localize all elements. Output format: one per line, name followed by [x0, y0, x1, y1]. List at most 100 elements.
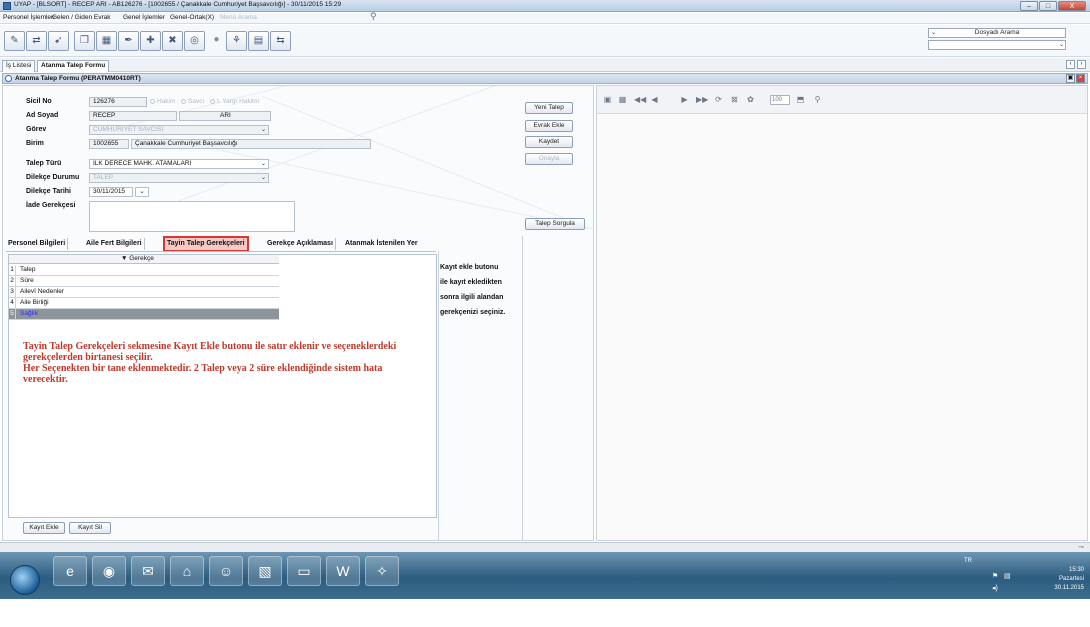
refresh-icon[interactable]: ⇄: [26, 31, 47, 51]
first-page-icon[interactable]: ◀◀: [634, 95, 646, 104]
document-viewer: ▣ ▦ ◀◀ ◀ ▶ ▶▶ ⟳ ⊠ ✿ 100 ⬒ ⚲: [596, 85, 1088, 541]
fit-icon[interactable]: ⊠: [730, 95, 739, 104]
kayit-sil-button[interactable]: Kayıt Sil: [69, 522, 111, 534]
web-icon[interactable]: ◎: [184, 31, 205, 51]
subtab-gerekce-aciklamasi[interactable]: Gerekçe Açıklaması: [265, 238, 336, 250]
next-page-icon[interactable]: ▶: [680, 95, 689, 104]
zoom-input[interactable]: 100: [770, 95, 790, 105]
ad-field[interactable]: RECEP: [89, 111, 177, 121]
talep-turu-select[interactable]: İLK DERECE MAHK. ATAMALARI ⌄: [89, 159, 269, 169]
tab-is-listesi[interactable]: İş Listesi: [2, 60, 36, 72]
user-remove-icon[interactable]: ✖: [162, 31, 183, 51]
subtab-atanmak-istenilen-yer[interactable]: Atanmak İstenilen Yer: [343, 238, 420, 250]
restore-icon[interactable]: ▣: [1066, 74, 1075, 83]
dilekce-tarihi-field[interactable]: 30/11/2015: [89, 187, 133, 197]
search-icon[interactable]: ⚲: [370, 11, 377, 22]
kayit-ekle-button[interactable]: Kayıt Ekle: [23, 522, 65, 534]
language-indicator[interactable]: TR: [964, 558, 972, 564]
form-title: Atanma Talep Formu (PERATMM0410RT): [15, 75, 141, 82]
misc-icon[interactable]: ✧: [365, 556, 399, 586]
dilekce-tarihi-label: Dilekçe Tarihi: [26, 188, 72, 195]
tab-atanma-talep-formu[interactable]: Atanma Talep Formu: [37, 60, 110, 72]
folder-open-icon[interactable]: ✎: [4, 31, 25, 51]
radio-hakim[interactable]: Hakim: [150, 98, 175, 105]
subtab-personel-bilgileri[interactable]: Personel Bilgileri: [6, 238, 69, 250]
maximize-button[interactable]: □: [1039, 1, 1057, 11]
radio-yargi-hakimi[interactable]: I. Yargı Hakimi: [210, 98, 259, 105]
volume-icon[interactable]: ◂): [992, 584, 998, 592]
clock[interactable]: 15:30 Pazartesi 30.11.2015: [1054, 566, 1084, 593]
date-picker-icon[interactable]: ⌄: [135, 187, 149, 197]
dilekce-durumu-select[interactable]: TALEP ⌄: [89, 173, 269, 183]
close-icon[interactable]: ×: [1076, 74, 1085, 83]
radio-savci[interactable]: Savcı: [181, 98, 204, 105]
last-page-icon[interactable]: ▶▶: [696, 95, 708, 104]
evrak-ekle-button[interactable]: Evrak Ekle: [525, 120, 573, 132]
table-row[interactable]: 3 Ailevî Nedenler: [9, 287, 279, 298]
close-button[interactable]: X: [1058, 1, 1086, 11]
rotate-icon[interactable]: ⟳: [714, 95, 723, 104]
birim-ad-field[interactable]: Çanakkale Cumhuriyet Başsavcılığı: [131, 139, 371, 149]
send-icon[interactable]: ➹: [48, 31, 69, 51]
gorev-select[interactable]: CUMHURİYET SAVCISI ⌄: [89, 125, 269, 135]
hint-line: sonra ilgili alandan: [440, 294, 504, 301]
folder-icon[interactable]: ▭: [287, 556, 321, 586]
menu-genel-ortak[interactable]: Genel-Ortak(X): [170, 14, 214, 21]
document-search-label[interactable]: ⌄ Dosyadı Arama: [928, 28, 1066, 38]
birim-kod-field[interactable]: 1002655: [89, 139, 129, 149]
form-icon: [5, 75, 12, 82]
chrome-icon[interactable]: ◉: [92, 556, 126, 586]
grid-icon[interactable]: ▤: [248, 31, 269, 51]
ad-soyad-label: Ad Soyad: [26, 112, 59, 119]
chevron-down-icon: ⌄: [1058, 42, 1064, 48]
stamp-icon[interactable]: ⬒: [796, 95, 805, 104]
grid-header[interactable]: ▼ Gerekçe: [9, 255, 279, 264]
menu-search-input[interactable]: Menü Arama: [220, 14, 257, 21]
tab-prev-icon[interactable]: ‹: [1066, 60, 1075, 69]
network-icon[interactable]: ⌂: [170, 556, 204, 586]
user-add-icon[interactable]: ✚: [140, 31, 161, 51]
photo-icon[interactable]: ▧: [248, 556, 282, 586]
copy-icon[interactable]: ❐: [74, 31, 95, 51]
table-row[interactable]: 4 Aile Birliği: [9, 298, 279, 309]
outlook-icon[interactable]: ✉: [131, 556, 165, 586]
save-icon[interactable]: ▦: [618, 95, 627, 104]
pin-icon[interactable]: ⚲: [813, 95, 822, 104]
circle-icon[interactable]: ●: [206, 31, 227, 51]
pen-icon[interactable]: ✒: [118, 31, 139, 51]
table-row[interactable]: 1 Talep: [9, 265, 279, 276]
talep-sorgula-button[interactable]: Talep Sorgula: [525, 218, 585, 230]
table-row-selected[interactable]: 5 Sağlık: [9, 309, 279, 320]
start-button[interactable]: [10, 565, 40, 595]
subtab-tayin-talep-gerekceleri[interactable]: Tayin Talep Gerekçeleri: [163, 236, 249, 252]
soyad-field[interactable]: ARI: [179, 111, 271, 121]
menu-personel-islemleri[interactable]: Personel İşlemleri: [3, 14, 55, 21]
menu-gelen-giden-evrak[interactable]: Gelen / Giden Evrak: [52, 14, 111, 21]
kaydet-button[interactable]: Kaydet: [525, 136, 573, 148]
print-icon[interactable]: ▣: [603, 95, 612, 104]
onayla-button[interactable]: Onayla: [525, 153, 573, 165]
iade-gerekcesi-textarea[interactable]: [89, 201, 295, 232]
transfer-icon[interactable]: ⇆: [270, 31, 291, 51]
people-icon[interactable]: ☺: [209, 556, 243, 586]
network-tray-icon[interactable]: ▤: [1004, 572, 1011, 580]
prev-page-icon[interactable]: ◀: [650, 95, 659, 104]
panel-splitter-icon[interactable]: ›: [593, 386, 594, 395]
document-search-input[interactable]: ⌄: [928, 40, 1066, 50]
sicil-no-field[interactable]: 126276: [89, 97, 147, 107]
table-row[interactable]: 2 Süre: [9, 276, 279, 287]
minimize-button[interactable]: –: [1020, 1, 1038, 11]
tab-next-icon[interactable]: ›: [1077, 60, 1086, 69]
word-icon[interactable]: W: [326, 556, 360, 586]
internet-explorer-icon[interactable]: e: [53, 556, 87, 586]
instruction-note: Tayin Talep Gerekçeleri sekmesine Kayıt …: [23, 341, 397, 385]
yeni-talep-button[interactable]: Yeni Talep: [525, 102, 573, 114]
subtab-aile-fert-bilgileri[interactable]: Aile Fert Bilgileri: [84, 238, 145, 250]
hint-line: gerekçenizi seçiniz.: [440, 309, 506, 316]
menu-genel-islemler[interactable]: Genel İşlemler: [123, 14, 165, 21]
calculator-icon[interactable]: ▦: [96, 31, 117, 51]
sicil-no-label: Sicil No: [26, 98, 52, 105]
flag-icon[interactable]: ⚑: [992, 572, 998, 580]
zoom-icon[interactable]: ✿: [746, 95, 755, 104]
help-icon[interactable]: ⚘: [226, 31, 247, 51]
